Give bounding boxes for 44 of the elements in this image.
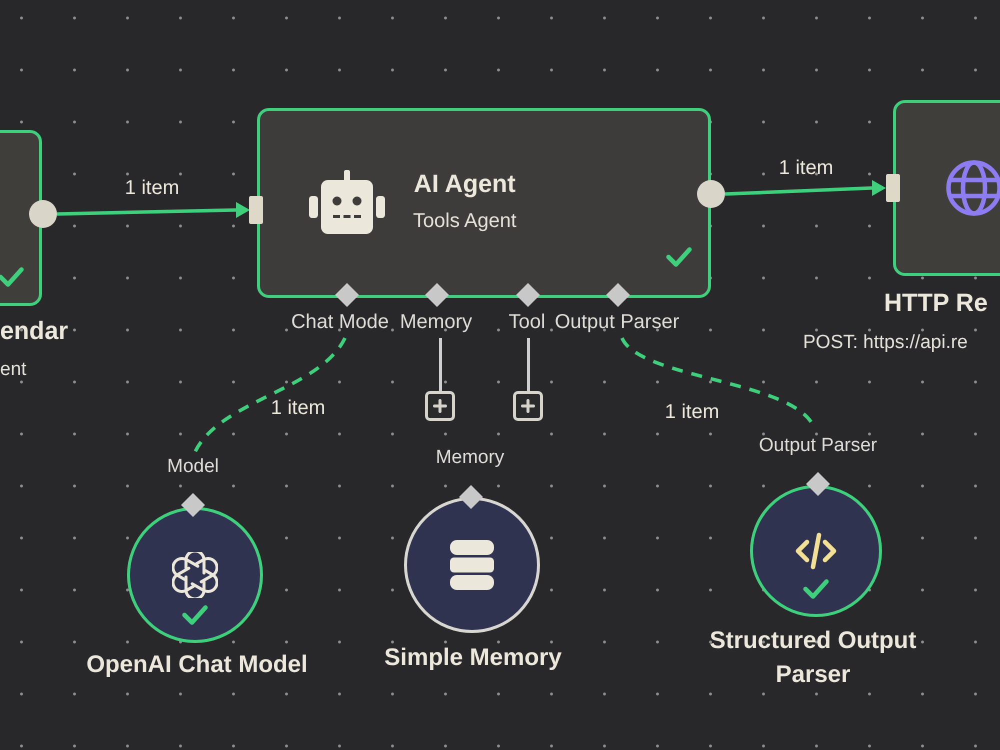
node-title: Simple Memory: [383, 643, 563, 673]
globe-icon: [946, 160, 1000, 216]
port-label: Chat Mode: [291, 311, 389, 334]
node-subtitle: Tools Agent: [413, 209, 516, 233]
connector-handle[interactable]: [425, 283, 449, 307]
add-button[interactable]: [513, 391, 543, 421]
node-title: OpenAI Chat Model: [85, 650, 309, 680]
node-title: HTTP Re: [884, 288, 988, 318]
add-button[interactable]: [425, 391, 455, 421]
connection-label: 1 item: [124, 176, 180, 200]
connector-handle[interactable]: [459, 485, 483, 509]
node-subtitle: ent: [0, 358, 26, 382]
node-title: Structured Output Parser: [708, 626, 918, 690]
database-icon: [450, 540, 494, 590]
output-handle[interactable]: [29, 200, 57, 228]
connector-handle[interactable]: [335, 283, 359, 307]
plus-icon: [521, 399, 535, 413]
port-label: Output Parser: [554, 311, 680, 334]
port-label: Output Parser: [758, 435, 878, 457]
port-label: Model: [167, 456, 219, 478]
connector-handle[interactable]: [806, 472, 830, 496]
robot-icon: [309, 170, 385, 236]
node-title: endar: [0, 316, 68, 346]
connector-handle[interactable]: [516, 283, 540, 307]
connection-label: 1 item: [664, 400, 720, 424]
connection-label: 1 item: [270, 396, 326, 420]
port-label: Memory: [400, 311, 472, 334]
connection-label: 1 item: [778, 156, 834, 180]
input-handle[interactable]: [249, 196, 263, 224]
connector-handle[interactable]: [181, 493, 205, 517]
port-label: Tool: [508, 311, 546, 334]
input-handle[interactable]: [886, 174, 900, 202]
connector-line: [526, 338, 530, 391]
output-handle[interactable]: [697, 180, 725, 208]
connector-line: [438, 338, 442, 391]
node-card[interactable]: [893, 100, 1000, 276]
knot-icon: [172, 552, 218, 598]
code-icon: [795, 531, 837, 571]
node-card[interactable]: AI Agent Tools Agent: [257, 108, 711, 298]
connector-handle[interactable]: [606, 283, 630, 307]
node-subtitle: POST: https://api.re: [803, 331, 968, 355]
node-title: AI Agent: [414, 169, 516, 199]
port-label: Memory: [436, 447, 504, 469]
plus-icon: [433, 399, 447, 413]
